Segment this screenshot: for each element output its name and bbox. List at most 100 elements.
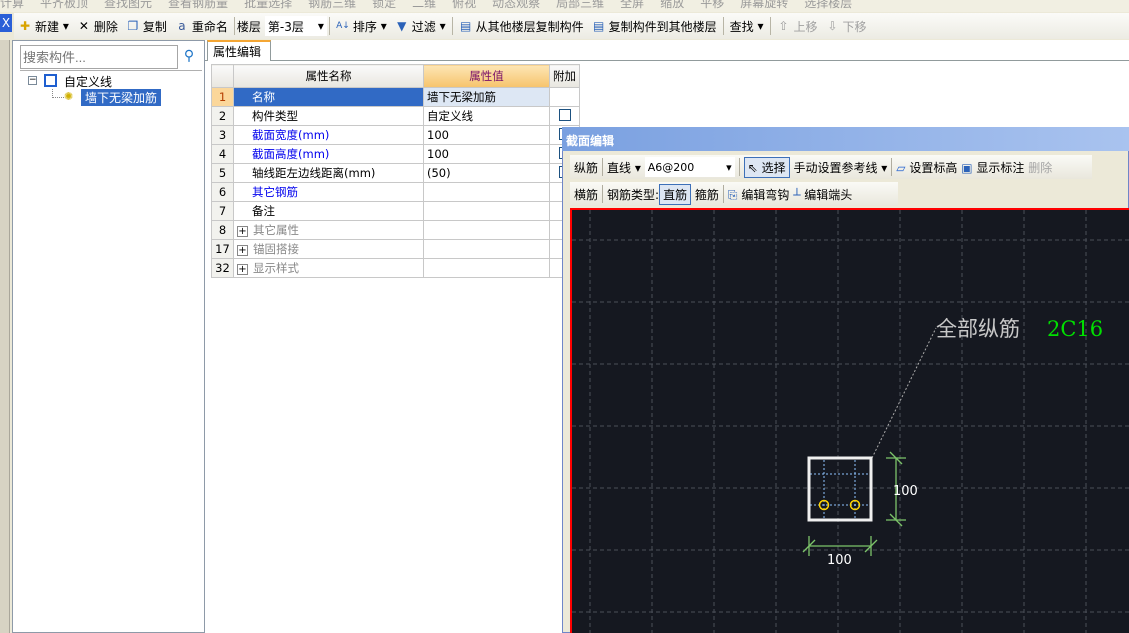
new-button[interactable]: ✚ 新建 ▾ [14,15,73,37]
tree-item-selected[interactable]: 墙下无梁加筋 [81,89,162,106]
side-scrollbar[interactable] [0,40,10,633]
table-row[interactable]: 3 截面宽度(mm) 100 [211,125,580,145]
line-mode-dropdown[interactable]: 直线 ▾ [607,159,641,176]
toolbar-item-cut[interactable]: 平移 [700,0,724,10]
delete-button[interactable]: 删除 [1028,159,1052,176]
table-row[interactable]: 1 名称 墙下无梁加筋 [211,87,580,107]
property-value[interactable]: (50) [423,163,550,183]
property-value[interactable] [423,220,550,240]
longitudinal-label: 纵筋 [574,160,599,175]
leader-line [871,327,937,459]
edit-end-button[interactable]: ┴ 编辑端头 [793,186,852,203]
straight-rebar-button[interactable]: 直筋 [659,183,692,205]
copy-from-floor-button[interactable]: ▤ 从其他楼层复制构件 [455,15,588,37]
search-input[interactable] [20,45,178,69]
table-row[interactable]: 5 轴线距左边线距离(mm) (50) [211,163,580,183]
toolbar-item-cut[interactable]: 选择楼层 [804,0,852,10]
table-row[interactable]: 8 + 其它属性 [211,220,580,240]
property-name[interactable]: 截面高度(mm) [233,144,424,164]
extra-cell [549,87,580,107]
table-row[interactable]: 32 + 显示样式 [211,258,580,278]
filter-button[interactable]: ▼ 过滤 ▾ [391,15,450,37]
toolbar-item-cut[interactable]: 批量选择 [244,0,292,10]
toolbar-item-cut[interactable]: 局部三维 [556,0,604,10]
toolbar-item-cut[interactable]: 查看钢筋量 [168,0,228,10]
set-elevation-button[interactable]: ▱ 设置标高 [896,159,957,176]
property-value[interactable] [423,239,550,259]
table-row[interactable]: 4 截面高度(mm) 100 [211,144,580,164]
table-row[interactable]: 2 构件类型 自定义线 [211,106,580,126]
toolbar-item-cut[interactable]: 计算 [0,0,24,10]
property-name[interactable]: 构件类型 [233,106,424,126]
rename-button[interactable]: a 重命名 [171,15,232,37]
rebar-type-label: 钢筋类型: [607,187,660,202]
property-name[interactable]: 轴线距左边线距离(mm) [233,163,424,183]
toolbar-item-cut[interactable]: 全屏 [620,0,644,10]
property-value[interactable]: 100 [423,125,550,145]
table-row[interactable]: 6 其它钢筋 [211,182,580,202]
tab-property-edit[interactable]: 属性编辑 [207,40,271,61]
stirrup-button[interactable]: 箍筋 [695,186,719,203]
rebar-spec-input[interactable]: A6@200 ▾ [644,157,735,177]
table-row[interactable]: 17 + 锚固搭接 [211,239,580,259]
section-drawing[interactable]: 全部纵筋 2C16 100 100 [572,210,1129,633]
expand-icon[interactable]: + [237,226,248,237]
property-value[interactable]: 100 [423,144,550,164]
toolbar-item-cut[interactable]: 动态观察 [492,0,540,10]
copy-floor-icon: ▤ [459,19,472,33]
toolbar-item-cut[interactable]: 二维 [412,0,436,10]
property-value[interactable] [423,258,550,278]
extra-checkbox[interactable] [559,108,571,121]
select-button[interactable]: ⇖ 选择 [743,156,790,178]
toolbar-item-cut[interactable]: 查找图元 [104,0,152,10]
header-name: 属性名称 [233,64,424,88]
copy-to-floor-button[interactable]: ▤ 复制构件到其他楼层 [588,15,721,37]
elevation-icon: ▱ [896,160,906,175]
property-value[interactable] [423,201,550,221]
toolbar-item-cut[interactable]: 钢筋三维 [308,0,356,10]
delete-button[interactable]: ✕ 删除 [73,15,122,37]
floor-select[interactable]: 第-3层 ▾ [264,16,327,36]
search-icon[interactable]: ⚲ [178,45,200,69]
show-label-button[interactable]: ▣ 显示标注 [961,159,1024,176]
chevron-down-icon: ▾ [317,19,324,33]
toolbar-item-cut[interactable]: 锁定 [372,0,396,10]
grid [572,210,1129,633]
manual-ref-line-button[interactable]: 手动设置参考线 ▾ [793,159,887,176]
close-panel-button[interactable]: X [0,14,12,32]
edit-hook-button[interactable]: ⎘ 编辑弯钩 [728,186,789,203]
property-value[interactable]: 墙下无梁加筋 [423,87,550,107]
toolbar-item-cut[interactable]: 平齐板顶 [40,0,88,10]
property-value[interactable] [423,182,550,202]
delete-icon: ✕ [78,19,89,33]
property-name[interactable]: + 锚固搭接 [233,239,424,259]
table-row[interactable]: 7 备注 [211,201,580,221]
sort-az-icon: A↓ [336,21,350,31]
toolbar-item-cut[interactable]: 屏幕旋转 [740,0,788,10]
property-name[interactable]: 名称 [233,87,424,107]
tree-group[interactable]: 自定义线 [64,73,112,90]
move-down-button[interactable]: ⇩ 下移 [822,15,871,37]
sort-button[interactable]: A↓ 排序 ▾ [332,15,391,37]
toolbar-item-cut[interactable]: 俯视 [452,0,476,10]
property-value[interactable]: 自定义线 [423,106,550,126]
reference-lines [810,460,870,520]
section-outline [807,456,873,522]
property-name[interactable]: 其它钢筋 [233,182,424,202]
toolbar-item-cut[interactable]: 缩放 [660,0,684,10]
find-button[interactable]: 查找 ▾ [726,15,768,37]
divider [328,17,330,35]
property-name[interactable]: 截面宽度(mm) [233,125,424,145]
move-up-button[interactable]: ⇧ 上移 [773,15,822,37]
expand-icon[interactable]: + [237,264,248,275]
collapse-icon[interactable]: − [28,76,37,85]
section-canvas[interactable]: 全部纵筋 2C16 100 100 [570,208,1129,633]
end-icon: ┴ [793,187,801,202]
property-name[interactable]: 备注 [233,201,424,221]
property-name[interactable]: + 其它属性 [233,220,424,240]
expand-icon[interactable]: + [237,245,248,256]
copy-button[interactable]: ❐ 复制 [122,15,171,37]
property-name[interactable]: + 显示样式 [233,258,424,278]
row-number: 32 [211,258,234,278]
row-number: 4 [211,144,234,164]
